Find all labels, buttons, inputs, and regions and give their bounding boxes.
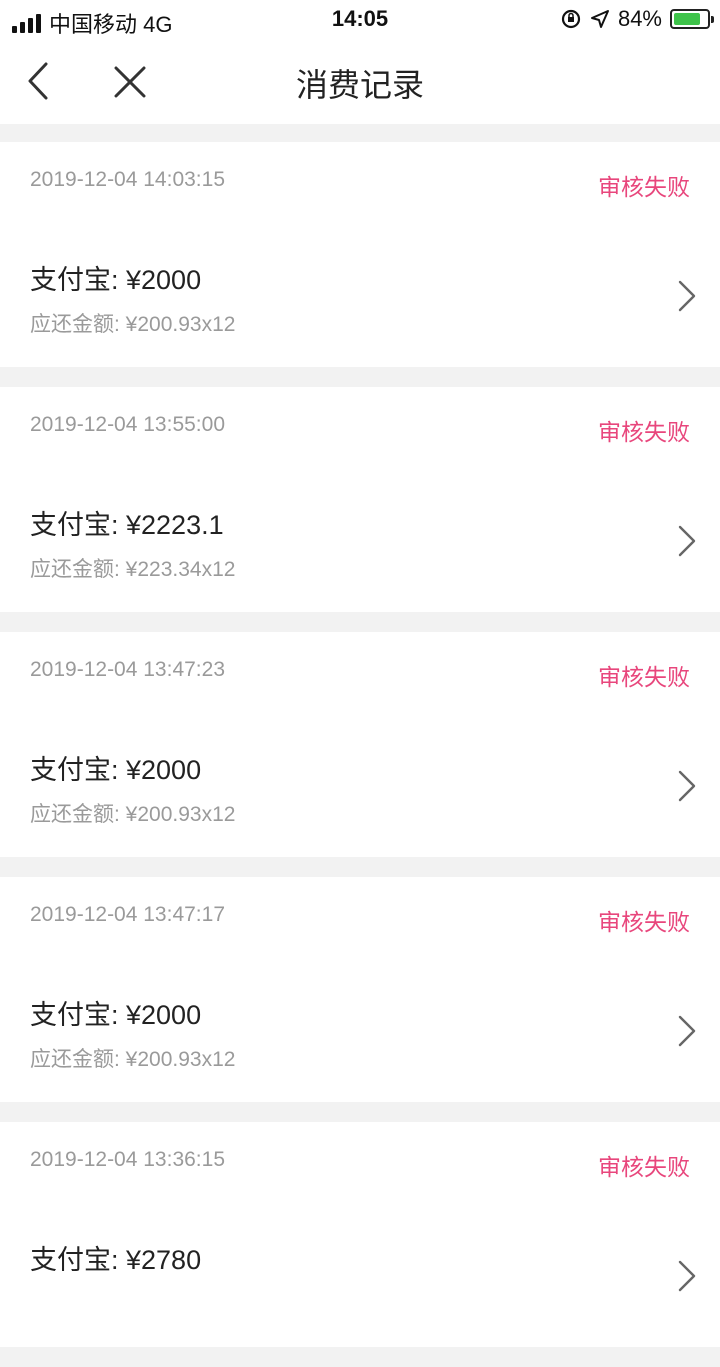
record-amount: 支付宝: ¥2780 bbox=[30, 1245, 202, 1275]
chevron-right-icon[interactable] bbox=[674, 523, 698, 559]
status-right: 84% bbox=[560, 6, 714, 32]
record-time: 2019-12-04 13:47:17 bbox=[30, 903, 225, 926]
rotation-lock-icon bbox=[561, 9, 581, 29]
location-icon bbox=[590, 10, 609, 28]
status-bar: 中国移动 4G 14:05 84% bbox=[0, 0, 720, 38]
record-card[interactable]: 2019-12-04 13:47:17 审核失败 支付宝: ¥2000 应还金额… bbox=[0, 877, 720, 1102]
record-time: 2019-12-04 13:55:00 bbox=[30, 413, 225, 436]
record-status: 审核失败 bbox=[598, 909, 690, 935]
record-amount: 支付宝: ¥2000 bbox=[30, 265, 202, 295]
record-card[interactable]: 2019-12-04 14:03:15 审核失败 支付宝: ¥2000 应还金额… bbox=[0, 142, 720, 367]
record-amount: 支付宝: ¥2223.1 bbox=[30, 510, 224, 540]
record-card[interactable]: 2019-12-04 13:55:00 审核失败 支付宝: ¥2223.1 应还… bbox=[0, 387, 720, 612]
battery-percent: 84% bbox=[617, 6, 662, 31]
record-list: 2019-12-04 14:03:15 审核失败 支付宝: ¥2000 应还金额… bbox=[0, 142, 720, 1367]
chevron-right-icon[interactable] bbox=[674, 768, 698, 804]
record-amount: 支付宝: ¥2000 bbox=[30, 1000, 202, 1030]
record-time: 2019-12-04 13:36:15 bbox=[30, 1148, 225, 1171]
nav-bar: 消费记录 bbox=[0, 38, 720, 124]
record-status: 审核失败 bbox=[598, 419, 690, 445]
record-status: 审核失败 bbox=[598, 664, 690, 690]
record-amount: 支付宝: ¥2000 bbox=[30, 755, 202, 785]
chevron-right-icon[interactable] bbox=[674, 1013, 698, 1049]
record-card[interactable]: 2019-12-04 13:36:15 审核失败 支付宝: ¥2780 bbox=[0, 1122, 720, 1347]
record-status: 审核失败 bbox=[598, 1154, 690, 1180]
record-repay: 应还金额: ¥200.93x12 bbox=[30, 1048, 236, 1071]
record-time: 2019-12-04 13:47:23 bbox=[30, 658, 225, 681]
battery-charging-icon bbox=[670, 9, 714, 29]
record-card[interactable]: 2019-12-04 13:47:23 审核失败 支付宝: ¥2000 应还金额… bbox=[0, 632, 720, 857]
chevron-right-icon[interactable] bbox=[674, 1258, 698, 1294]
record-time: 2019-12-04 14:03:15 bbox=[30, 168, 225, 191]
chevron-right-icon[interactable] bbox=[674, 278, 698, 314]
page-title: 消费记录 bbox=[295, 67, 424, 103]
record-repay: 应还金额: ¥200.93x12 bbox=[30, 313, 236, 336]
record-repay: 应还金额: ¥200.93x12 bbox=[30, 803, 236, 826]
record-repay: 应还金额: ¥223.34x12 bbox=[30, 558, 236, 581]
record-status: 审核失败 bbox=[598, 174, 690, 200]
